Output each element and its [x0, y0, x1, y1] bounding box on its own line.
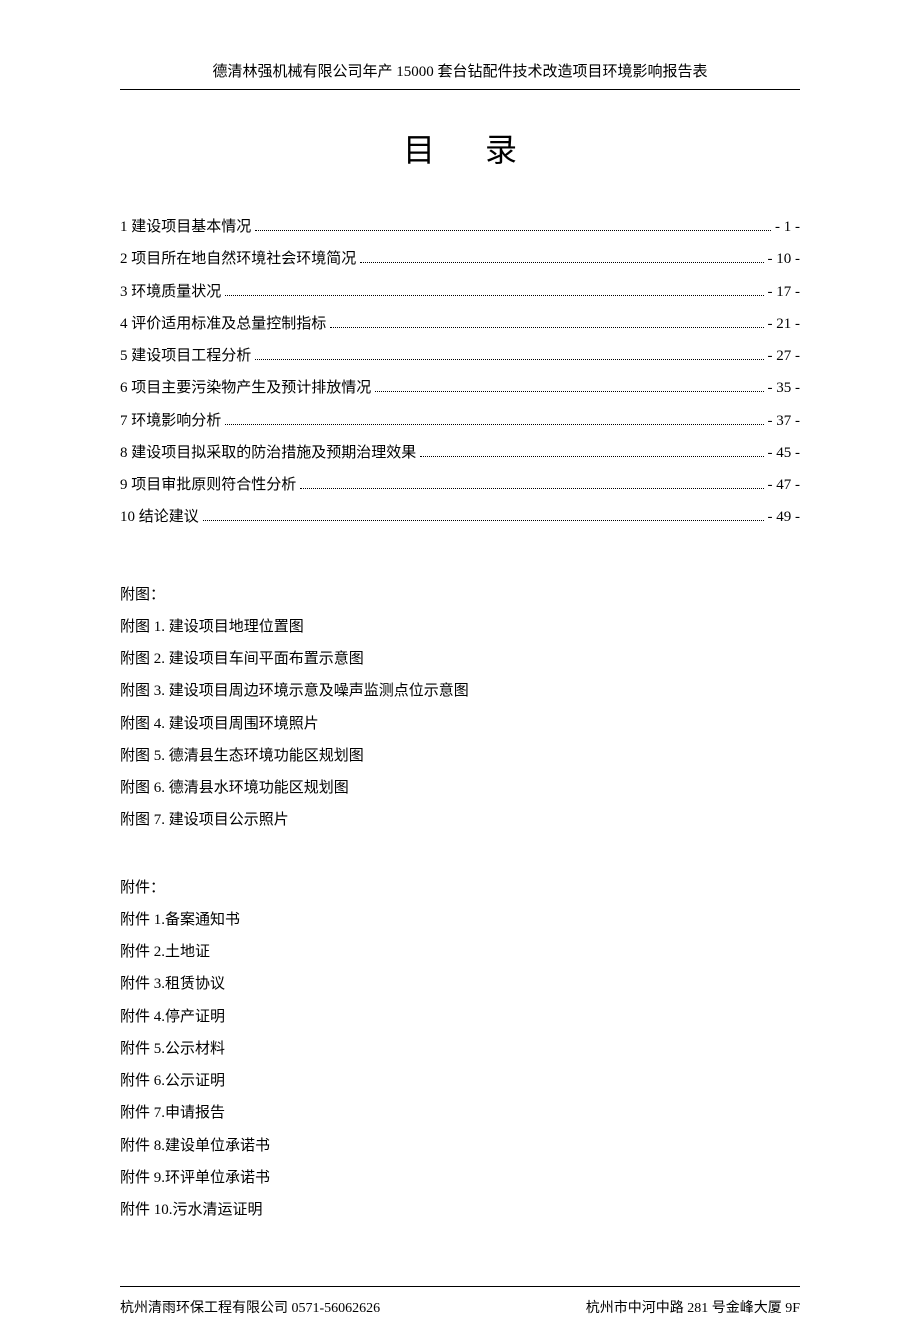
toc-entry: 1 建设项目基本情况 - 1 - — [120, 211, 800, 243]
toc-label: 10 结论建议 — [120, 501, 199, 533]
toc-label: 5 建设项目工程分析 — [120, 340, 251, 372]
toc-label: 8 建设项目拟采取的防治措施及预期治理效果 — [120, 437, 416, 469]
toc-leader — [360, 262, 763, 263]
toc-leader — [375, 391, 763, 392]
toc-leader — [420, 456, 763, 457]
toc-entry: 7 环境影响分析 - 37 - — [120, 405, 800, 437]
footer-right: 杭州市中河中路 281 号金峰大厦 9F — [586, 1297, 800, 1317]
toc-page: - 21 - — [768, 308, 801, 340]
attachment-item: 附件 1.备案通知书 — [120, 904, 800, 936]
attachment-item: 附件 2.土地证 — [120, 936, 800, 968]
figure-item: 附图 3. 建设项目周边环境示意及噪声监测点位示意图 — [120, 675, 800, 707]
figure-item: 附图 2. 建设项目车间平面布置示意图 — [120, 643, 800, 675]
toc-leader — [225, 424, 763, 425]
footer-left: 杭州清雨环保工程有限公司 0571-56062626 — [120, 1297, 380, 1317]
toc-leader — [330, 327, 763, 328]
figures-section: 附图： 附图 1. 建设项目地理位置图 附图 2. 建设项目车间平面布置示意图 … — [120, 579, 800, 837]
toc-page: - 47 - — [768, 469, 801, 501]
toc-entry: 6 项目主要污染物产生及预计排放情况 - 35 - — [120, 372, 800, 404]
toc-entry: 4 评价适用标准及总量控制指标 - 21 - — [120, 308, 800, 340]
attachments-heading: 附件： — [120, 872, 800, 904]
toc-label: 1 建设项目基本情况 — [120, 211, 251, 243]
toc-page: - 1 - — [775, 211, 800, 243]
toc-label: 9 项目审批原则符合性分析 — [120, 469, 296, 501]
toc-page: - 10 - — [768, 243, 801, 275]
toc-label: 6 项目主要污染物产生及预计排放情况 — [120, 372, 371, 404]
toc-page: - 17 - — [768, 276, 801, 308]
toc-leader — [225, 295, 763, 296]
attachment-item: 附件 8.建设单位承诺书 — [120, 1130, 800, 1162]
figure-item: 附图 7. 建设项目公示照片 — [120, 804, 800, 836]
toc-leader — [203, 520, 764, 521]
attachments-section: 附件： 附件 1.备案通知书 附件 2.土地证 附件 3.租赁协议 附件 4.停… — [120, 872, 800, 1227]
figure-item: 附图 4. 建设项目周围环境照片 — [120, 708, 800, 740]
toc-entry: 9 项目审批原则符合性分析 - 47 - — [120, 469, 800, 501]
page-header: 德清林强机械有限公司年产 15000 套台钻配件技术改造项目环境影响报告表 — [120, 60, 800, 90]
toc-page: - 35 - — [768, 372, 801, 404]
toc-entry: 2 项目所在地自然环境社会环境简况 - 10 - — [120, 243, 800, 275]
attachment-item: 附件 6.公示证明 — [120, 1065, 800, 1097]
toc-label: 3 环境质量状况 — [120, 276, 221, 308]
toc-label: 7 环境影响分析 — [120, 405, 221, 437]
toc-entry: 10 结论建议 - 49 - — [120, 501, 800, 533]
toc-entry: 5 建设项目工程分析 - 27 - — [120, 340, 800, 372]
toc-page: - 27 - — [768, 340, 801, 372]
page-title: 目录 — [120, 125, 800, 171]
attachment-item: 附件 4.停产证明 — [120, 1001, 800, 1033]
toc-page: - 45 - — [768, 437, 801, 469]
figure-item: 附图 6. 德清县水环境功能区规划图 — [120, 772, 800, 804]
attachment-item: 附件 3.租赁协议 — [120, 968, 800, 1000]
toc-entry: 8 建设项目拟采取的防治措施及预期治理效果 - 45 - — [120, 437, 800, 469]
toc-leader — [300, 488, 763, 489]
toc-page: - 49 - — [768, 501, 801, 533]
toc-label: 4 评价适用标准及总量控制指标 — [120, 308, 326, 340]
toc-page: - 37 - — [768, 405, 801, 437]
figure-item: 附图 1. 建设项目地理位置图 — [120, 611, 800, 643]
figures-heading: 附图： — [120, 579, 800, 611]
attachment-item: 附件 9.环评单位承诺书 — [120, 1162, 800, 1194]
toc-label: 2 项目所在地自然环境社会环境简况 — [120, 243, 356, 275]
toc-leader — [255, 359, 763, 360]
attachment-item: 附件 5.公示材料 — [120, 1033, 800, 1065]
attachment-item: 附件 10.污水清运证明 — [120, 1194, 800, 1226]
document-page: 德清林强机械有限公司年产 15000 套台钻配件技术改造项目环境影响报告表 目录… — [120, 60, 800, 1317]
figure-item: 附图 5. 德清县生态环境功能区规划图 — [120, 740, 800, 772]
toc-entry: 3 环境质量状况 - 17 - — [120, 276, 800, 308]
toc-leader — [255, 230, 771, 231]
table-of-contents: 1 建设项目基本情况 - 1 - 2 项目所在地自然环境社会环境简况 - 10 … — [120, 211, 800, 534]
attachment-item: 附件 7.申请报告 — [120, 1097, 800, 1129]
